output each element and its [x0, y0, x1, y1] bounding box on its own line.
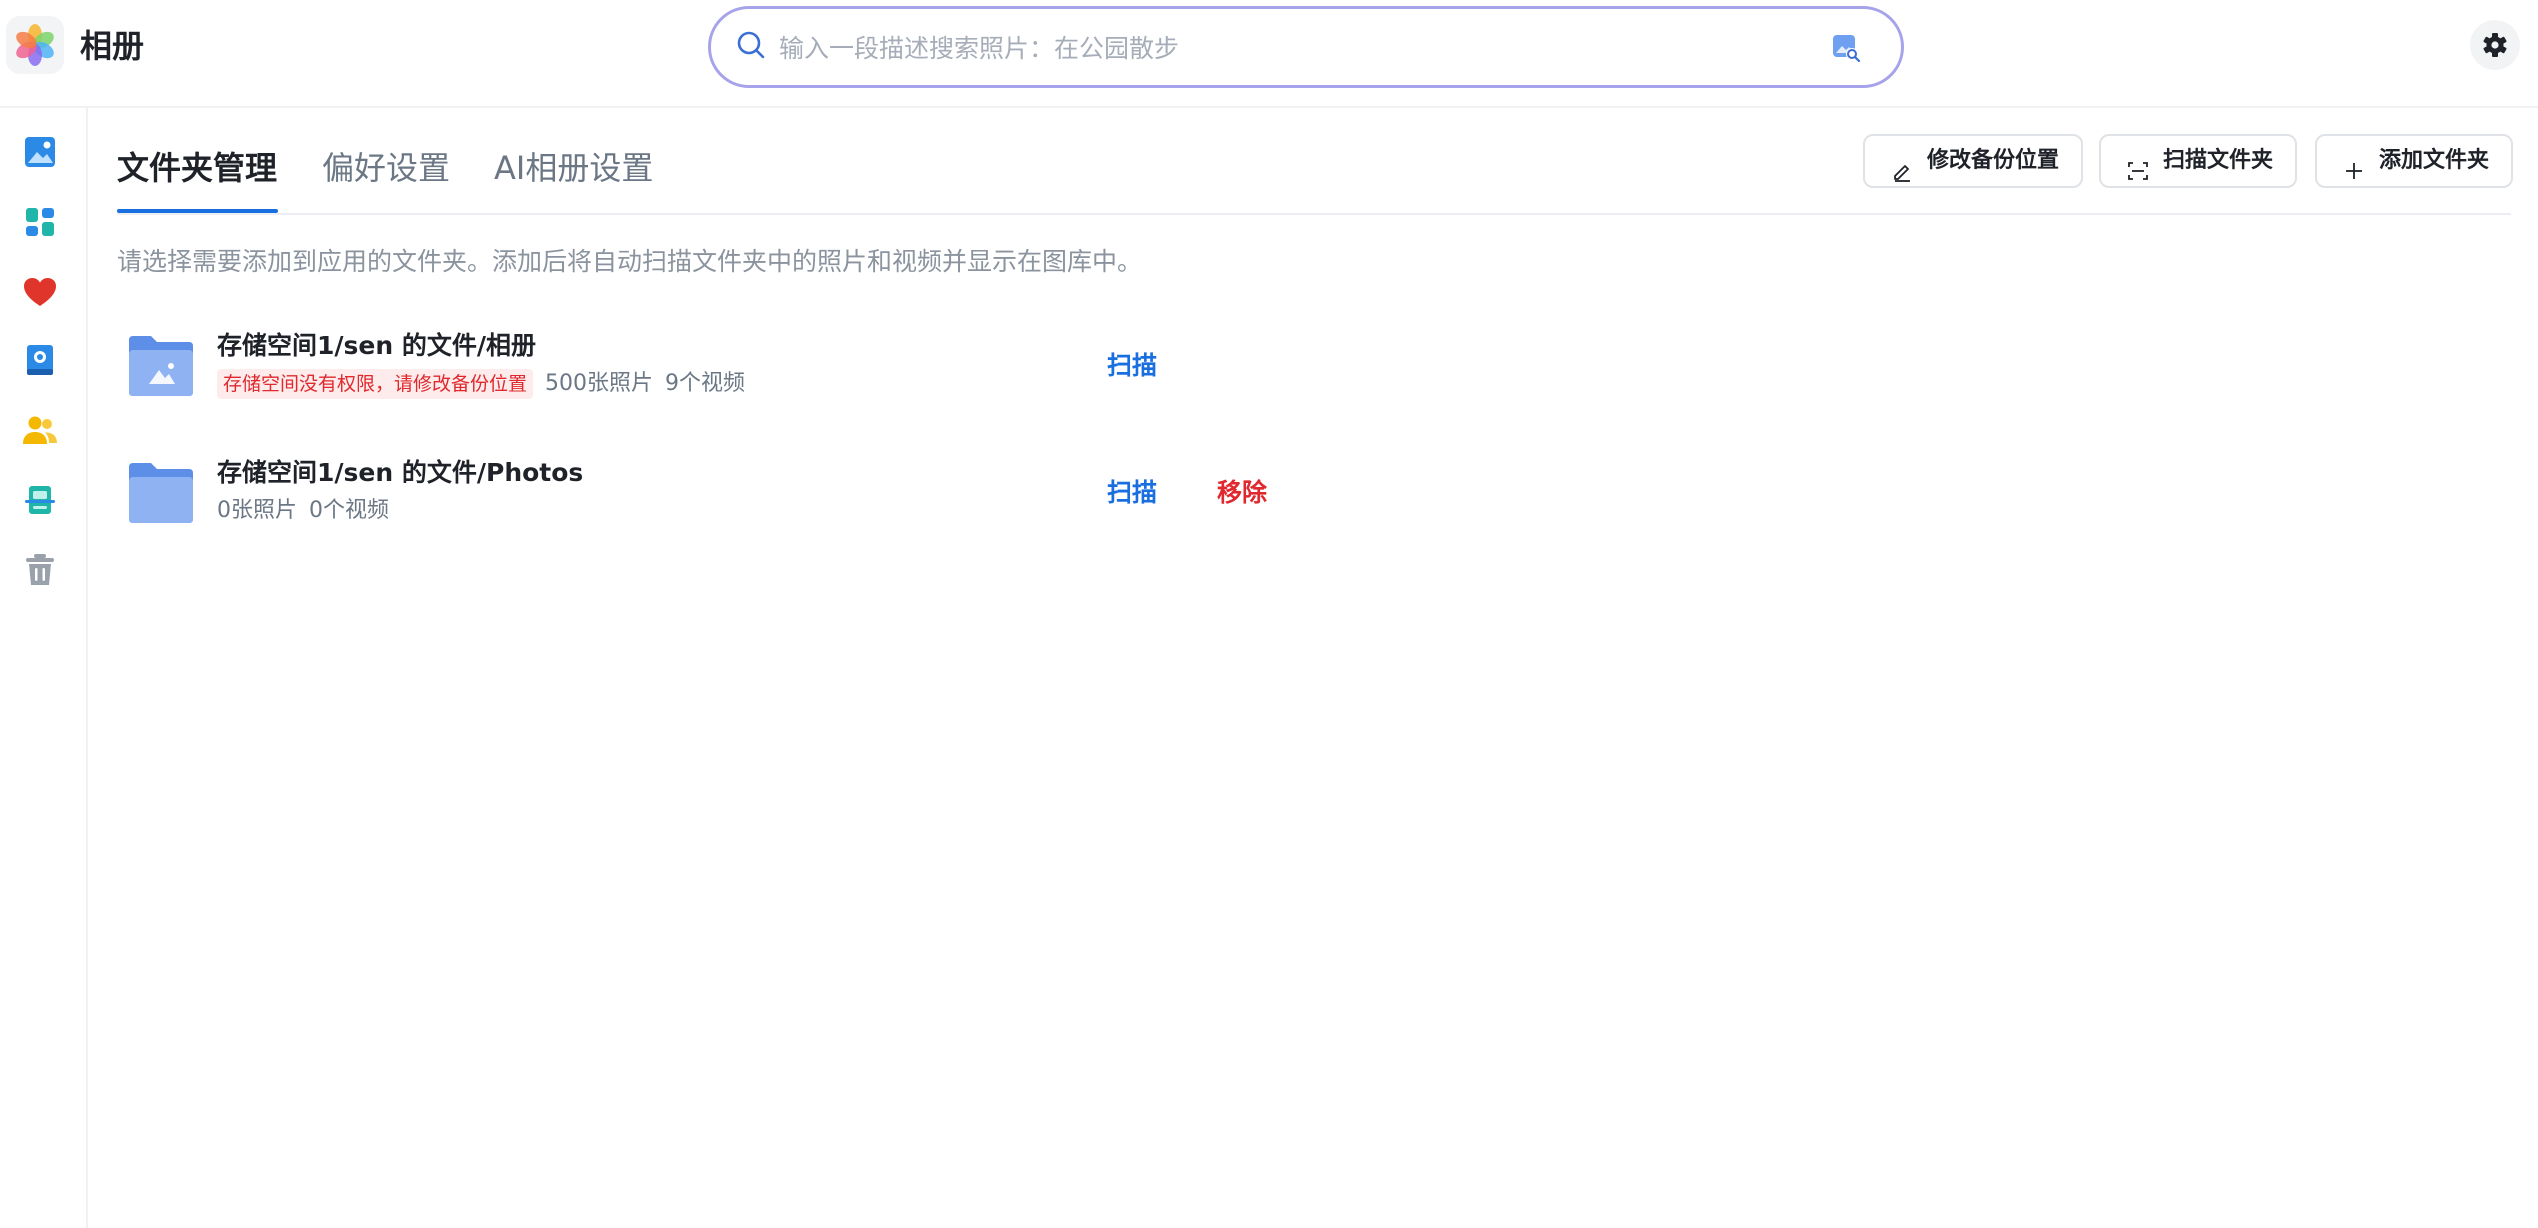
image-icon	[25, 137, 55, 167]
edit-icon	[1891, 151, 1913, 201]
plus-icon	[2343, 151, 2365, 201]
sidebar-item-scan[interactable]	[20, 480, 60, 520]
folder-meta: 存储空间没有权限，请修改备份位置 500张照片 9个视频	[217, 368, 745, 400]
search-bar[interactable]	[708, 6, 1904, 88]
folder-path: 存储空间1/sen 的文件/Photos	[217, 458, 584, 487]
add-folder-label: 添加文件夹	[2379, 148, 2490, 173]
search-icon	[735, 29, 767, 65]
folder-icon	[127, 461, 195, 529]
tab-folder-management[interactable]: 文件夹管理	[117, 140, 277, 196]
scan-icon	[2127, 151, 2149, 201]
scan-folder-link[interactable]: 扫描	[1107, 348, 1157, 384]
tabs-divider	[117, 213, 2511, 215]
sidebar-item-trash[interactable]	[20, 550, 60, 590]
people-icon	[23, 416, 57, 444]
photo-book-icon	[27, 345, 53, 375]
scan-folder-label: 扫描文件夹	[2163, 148, 2274, 173]
remove-folder-link[interactable]: 移除	[1217, 475, 1267, 511]
scan-folder-button[interactable]: 扫描文件夹	[2099, 134, 2297, 188]
folder-meta: 0张照片 0个视频	[217, 495, 389, 527]
app-title: 相册	[80, 27, 145, 65]
gear-icon	[2483, 33, 2507, 57]
photo-count: 0张照片	[217, 498, 297, 523]
app-logo	[6, 16, 64, 74]
sidebar-item-albums[interactable]	[20, 202, 60, 242]
video-count: 9个视频	[665, 371, 746, 396]
tab-preferences[interactable]: 偏好设置	[322, 140, 450, 196]
permission-warning-badge: 存储空间没有权限，请修改备份位置	[217, 369, 534, 399]
sidebar	[0, 108, 88, 1228]
settings-button[interactable]	[2470, 20, 2520, 70]
edit-backup-location-label: 修改备份位置	[1927, 148, 2060, 173]
document-scan-icon	[25, 486, 55, 514]
video-count: 0个视频	[309, 498, 389, 523]
tab-ai-album-settings[interactable]: AI相册设置	[494, 140, 653, 196]
folder-hint-text: 请选择需要添加到应用的文件夹。添加后将自动扫描文件夹中的照片和视频并显示在图库中…	[117, 247, 1143, 276]
add-folder-button[interactable]: 添加文件夹	[2315, 134, 2513, 188]
top-bar: 相册	[0, 0, 2538, 108]
sidebar-item-favorites[interactable]	[20, 272, 60, 312]
sidebar-item-photos[interactable]	[20, 132, 60, 172]
scan-folder-link[interactable]: 扫描	[1107, 475, 1157, 511]
folder-row: 存储空间1/sen 的文件/Photos 0张照片 0个视频 扫描 移除	[117, 455, 1317, 555]
edit-backup-location-button[interactable]: 修改备份位置	[1863, 134, 2083, 188]
trash-icon	[26, 554, 54, 585]
folder-row: 存储空间1/sen 的文件/相册 存储空间没有权限，请修改备份位置 500张照片 9…	[117, 328, 1317, 428]
sidebar-item-memories[interactable]	[20, 340, 60, 380]
heart-icon	[24, 278, 56, 306]
sidebar-item-people[interactable]	[20, 410, 60, 450]
search-input[interactable]	[777, 23, 1801, 73]
photo-count: 500张照片	[545, 371, 654, 396]
image-search-icon[interactable]	[1831, 33, 1861, 67]
albums-grid-icon	[26, 208, 54, 236]
folder-path: 存储空间1/sen 的文件/相册	[217, 331, 536, 360]
album-folder-icon	[127, 334, 195, 402]
